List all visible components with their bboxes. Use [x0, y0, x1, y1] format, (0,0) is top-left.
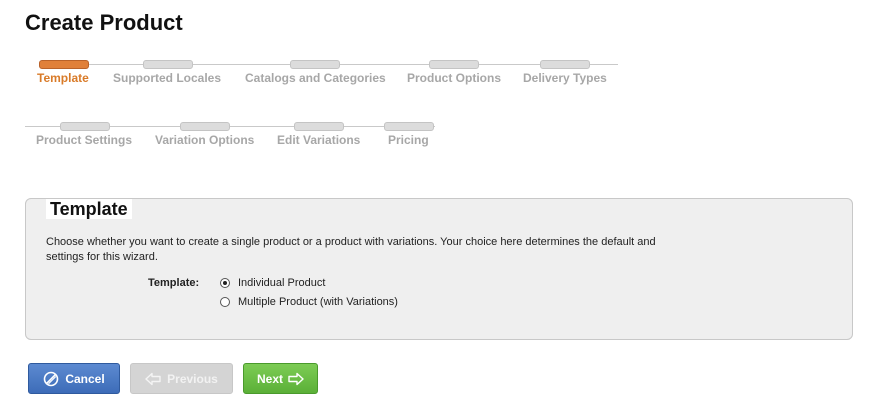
step-indicator: [143, 60, 193, 69]
template-field-label: Template:: [148, 277, 200, 289]
arrow-left-icon: [145, 372, 161, 386]
step-indicator: [180, 122, 230, 131]
radio-multiple-product[interactable]: Multiple Product (with Variations): [220, 296, 398, 308]
step-label: Template: [37, 71, 89, 85]
step-label: Product Options: [407, 71, 501, 85]
cancel-button[interactable]: Cancel: [28, 363, 120, 394]
template-section-title: Template: [46, 199, 132, 219]
radio-individual-product[interactable]: Individual Product: [220, 277, 325, 289]
step-indicator: [294, 122, 344, 131]
next-button[interactable]: Next: [243, 363, 318, 394]
step-indicator: [60, 122, 110, 131]
wizard-steps-row-2: Product Settings Variation Options Edit …: [0, 122, 879, 162]
step-indicator: [540, 60, 590, 69]
step-label: Edit Variations: [277, 133, 361, 147]
step-label: Delivery Types: [523, 71, 607, 85]
radio-button[interactable]: [220, 297, 230, 307]
step-label: Product Settings: [36, 133, 133, 147]
page-title: Create Product: [25, 10, 183, 35]
template-section: [25, 198, 853, 340]
wizard-steps-row-1: Template Supported Locales Catalogs and …: [0, 60, 879, 100]
cancel-icon: [43, 371, 59, 387]
radio-button-checked[interactable]: [220, 278, 230, 288]
radio-label: Individual Product: [238, 277, 326, 289]
previous-label: Previous: [167, 371, 218, 386]
next-label: Next: [256, 371, 283, 386]
step-label: Variation Options: [155, 133, 255, 147]
cancel-label: Cancel: [65, 371, 105, 386]
radio-label: Multiple Product (with Variations): [238, 296, 398, 308]
previous-button[interactable]: Previous: [130, 363, 233, 394]
step-label: Pricing: [388, 133, 429, 147]
step-label: Catalogs and Categories: [245, 71, 386, 85]
step-indicator: [384, 122, 434, 131]
step-indicator: [290, 60, 340, 69]
step-indicator: [39, 60, 89, 69]
arrow-right-icon: [288, 372, 304, 386]
template-description: Choose whether you want to create a sing…: [46, 236, 656, 263]
step-indicator: [429, 60, 479, 69]
step-label: Supported Locales: [113, 71, 222, 85]
